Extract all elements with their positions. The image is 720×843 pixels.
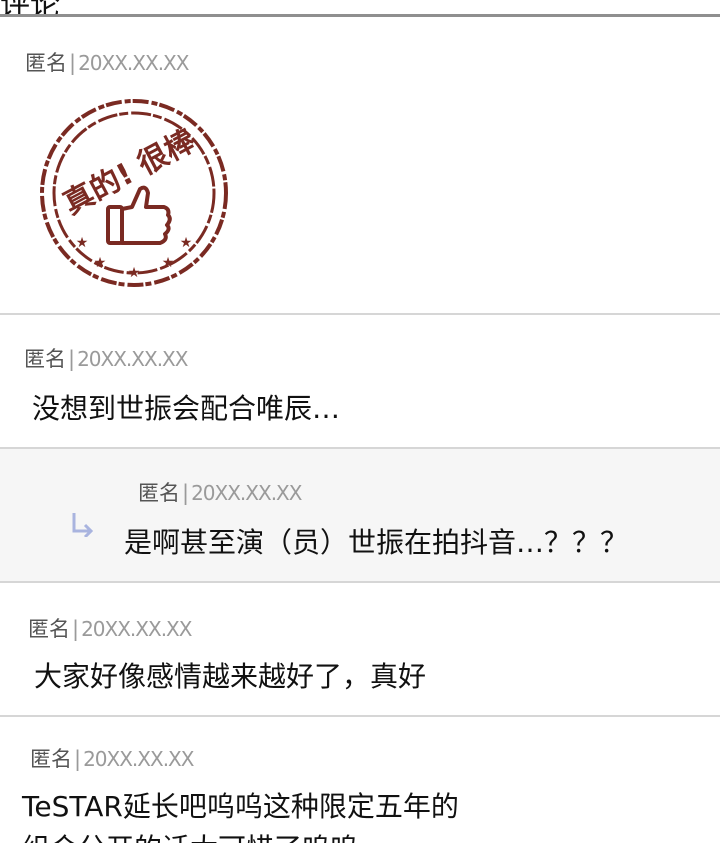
comment-text: 是啊甚至演（员）世振在拍抖音…？？？ <box>124 526 629 559</box>
comment-text: 没想到世振会配合唯辰… <box>32 392 341 425</box>
comment-text-line: 组合分开的话太可惜了呜呜 <box>22 827 358 843</box>
meta-separator: | <box>68 347 76 371</box>
comment-meta: 匿名| 20XX.XX.XX <box>138 477 302 507</box>
svg-text:★: ★ <box>94 255 107 271</box>
comment-item: 匿名|20XX.XX.XX TeSTAR延长吧呜呜这种限定五年的 组合分开的话太… <box>0 717 720 843</box>
sticker-stamp: 真的! 很棒 ★ ★ ★ ★ ★ <box>40 99 228 287</box>
meta-separator: | <box>182 481 190 505</box>
meta-separator: | <box>74 747 82 771</box>
comment-item: 匿名| 20XX.XX.XX 大家好像感情越来越好了，真好 <box>0 583 720 715</box>
reply-arrow-icon <box>72 513 94 537</box>
svg-text:★: ★ <box>162 255 175 271</box>
meta-separator: | <box>72 617 80 641</box>
meta-separator: | <box>69 51 77 75</box>
comment-author: 匿名 <box>30 747 72 771</box>
comment-author: 匿名 <box>25 51 67 75</box>
comment-text-line: TeSTAR延长吧呜呜这种限定五年的 <box>22 790 459 823</box>
comment-author: 匿名 <box>24 347 66 371</box>
comment-text: 大家好像感情越来越好了，真好 <box>34 660 427 693</box>
comment-item: 匿名| 20XX.XX.XX 真的! 很棒 ★ ★ ★ ★ ★ <box>0 17 720 313</box>
reply-item: 匿名| 20XX.XX.XX 是啊甚至演（员）世振在拍抖音…？？？ <box>0 449 720 581</box>
comment-date: 20XX.XX.XX <box>81 617 192 641</box>
svg-text:★: ★ <box>128 265 141 281</box>
comment-meta: 匿名| 20XX.XX.XX <box>30 743 194 773</box>
comment-meta: 匿名| 20XX.XX.XX <box>28 613 192 643</box>
comment-author: 匿名 <box>138 481 180 505</box>
comment-author: 匿名 <box>28 617 70 641</box>
comment-date: 20XX.XX.XX <box>191 481 302 505</box>
comment-meta: 匿名| 20XX.XX.XX <box>25 47 189 77</box>
comment-date: 20XX.XX.XX <box>83 747 194 771</box>
svg-text:★: ★ <box>180 235 193 251</box>
svg-text:★: ★ <box>76 235 89 251</box>
comment-item: 匿名| 20XX.XX.XX 没想到世振会配合唯辰… <box>0 315 720 447</box>
comment-meta: 匿名| 20XX.XX.XX <box>24 343 188 373</box>
comment-date: 20XX.XX.XX <box>78 51 189 75</box>
comment-date: 20XX.XX.XX <box>77 347 188 371</box>
